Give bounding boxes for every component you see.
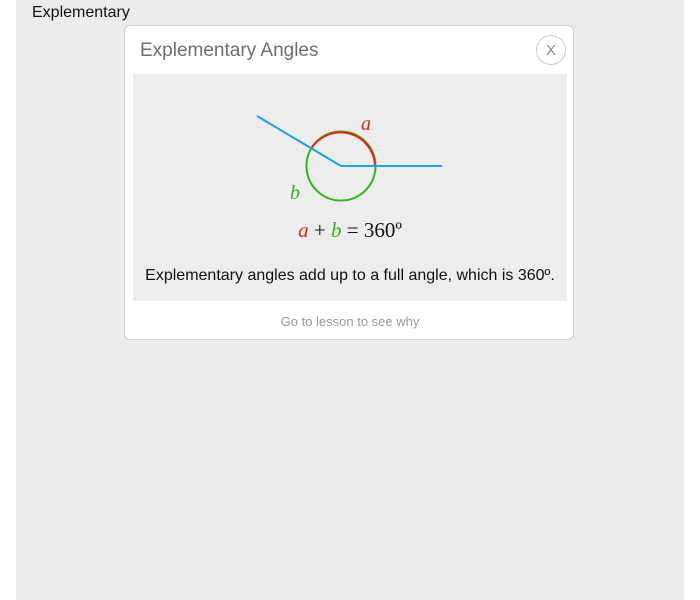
description-text: Explementary angles add up to a full ang… [145, 267, 555, 284]
close-button[interactable]: X [536, 35, 566, 65]
content-panel: a b a + b = 360º Explementary angles add… [133, 74, 567, 301]
go-to-lesson-link[interactable]: Go to lesson to see why [125, 314, 575, 329]
label-a: a [361, 113, 371, 135]
formula-var-a: a [298, 218, 309, 242]
label-b: b [290, 182, 300, 204]
formula-plus: + [313, 218, 326, 242]
ray-left [256, 115, 342, 167]
formula: a + b = 360º [133, 218, 567, 243]
explementary-dialog: Explementary Angles X a b a + b = 360º E… [124, 25, 574, 340]
dialog-title: Explementary Angles [140, 40, 319, 61]
formula-equals-value: = 360º [346, 218, 402, 242]
formula-var-b: b [330, 218, 342, 242]
page-label: Explementary [32, 4, 130, 21]
